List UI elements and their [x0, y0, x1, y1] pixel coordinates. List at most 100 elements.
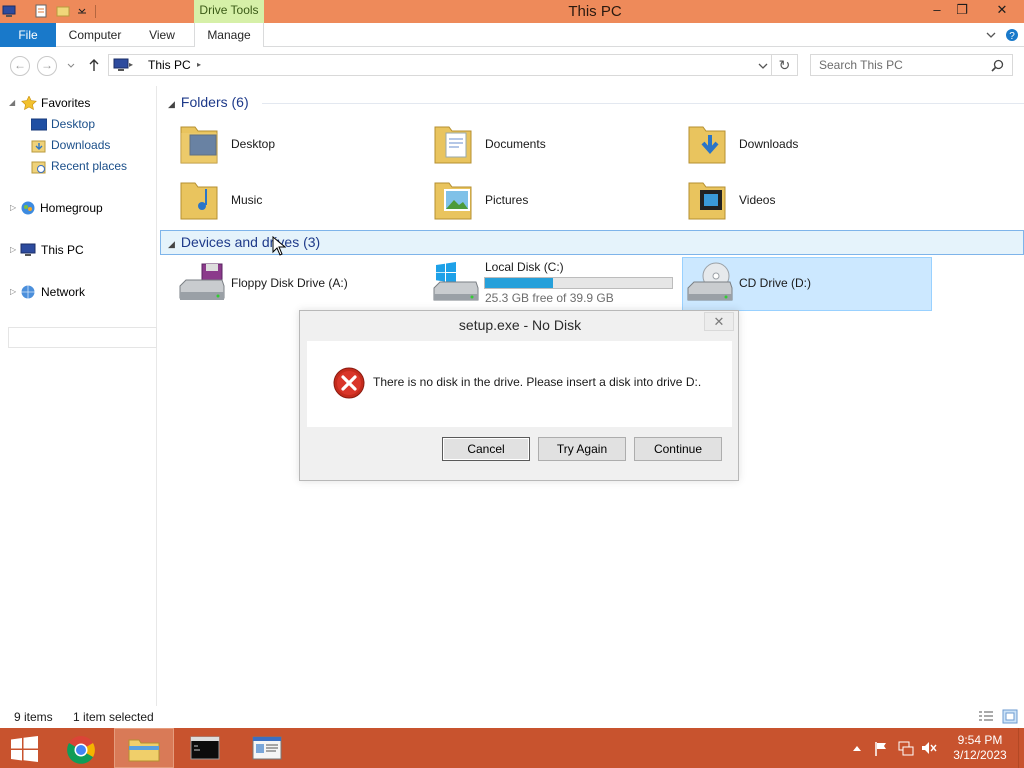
pictures-folder-icon: [434, 182, 472, 220]
breadcrumb-this-pc[interactable]: This PC: [148, 58, 191, 72]
command-prompt-icon: [190, 736, 220, 760]
refresh-button[interactable]: ↻: [772, 54, 798, 76]
dialog-title: setup.exe - No Disk: [458, 317, 582, 333]
nav-network[interactable]: Network: [41, 282, 85, 302]
network-caret-icon[interactable]: ▷: [10, 282, 18, 302]
windows-start-icon[interactable]: [11, 736, 38, 762]
drive-cd-d[interactable]: CD Drive (D:): [682, 257, 932, 311]
downloads-folder-icon: [31, 140, 46, 153]
volume-muted-icon[interactable]: [921, 740, 937, 756]
folder-label: Downloads: [739, 137, 799, 151]
star-icon: [21, 96, 37, 110]
address-dropdown-icon[interactable]: [757, 60, 769, 72]
folder-pictures[interactable]: Pictures: [430, 172, 680, 226]
folder-label: Music: [231, 193, 263, 207]
this-pc-nav-icon: [20, 243, 36, 256]
drive-usage-fill: [485, 278, 554, 288]
file-explorer-icon: [128, 739, 160, 762]
address-bar[interactable]: ▸ This PC ▸: [108, 54, 772, 76]
drive-label: Floppy Disk Drive (A:): [231, 276, 348, 290]
folder-documents[interactable]: Documents: [430, 116, 680, 170]
nav-downloads[interactable]: Downloads: [51, 135, 110, 155]
network-status-icon[interactable]: [898, 740, 914, 756]
this-pc-icon: [113, 58, 129, 71]
search-placeholder: Search This PC: [819, 58, 903, 72]
taskbar: 9:54 PM 3/12/2023: [0, 728, 1024, 768]
up-arrow-icon[interactable]: [87, 58, 101, 72]
folder-label: Videos: [739, 193, 776, 207]
recent-locations-icon[interactable]: [66, 61, 76, 71]
back-button[interactable]: ←: [10, 56, 30, 76]
music-folder-icon: [180, 182, 218, 220]
restore-button[interactable]: ❐: [947, 0, 977, 22]
close-button[interactable]: ✕: [986, 0, 1018, 22]
folders-collapse-icon[interactable]: ◢: [168, 99, 175, 109]
expand-ribbon-icon[interactable]: [985, 29, 997, 41]
videos-folder-icon: [688, 182, 726, 220]
action-center-flag-icon[interactable]: [874, 741, 888, 756]
dialog-close-button[interactable]: ✕: [704, 312, 734, 331]
chevron-down-icon[interactable]: [75, 4, 89, 18]
drive-floppy-a[interactable]: Floppy Disk Drive (A:): [176, 257, 426, 311]
try-again-button[interactable]: Try Again: [538, 437, 626, 461]
folder-music[interactable]: Music: [176, 172, 426, 226]
error-icon: [333, 367, 365, 399]
taskbar-clock[interactable]: 9:54 PM 3/12/2023: [948, 733, 1012, 763]
large-icons-view-icon[interactable]: [1002, 709, 1018, 724]
mouse-cursor-icon: [272, 236, 286, 256]
nav-homegroup[interactable]: Homegroup: [40, 198, 103, 218]
item-count: 9 items: [14, 710, 53, 724]
tab-view[interactable]: View: [140, 23, 184, 47]
nav-selection-highlight: [8, 327, 157, 348]
drive-usage-bar: [484, 277, 673, 289]
homegroup-caret-icon[interactable]: ▷: [10, 198, 18, 218]
devices-collapse-icon[interactable]: ◢: [168, 239, 175, 249]
nav-recent-places[interactable]: Recent places: [51, 156, 127, 176]
folder-label: Pictures: [485, 193, 529, 207]
homegroup-icon: [21, 201, 35, 215]
taskbar-document-viewer[interactable]: [238, 728, 298, 768]
folder-downloads[interactable]: Downloads: [684, 116, 934, 170]
taskbar-command-prompt[interactable]: [176, 728, 236, 768]
nav-favorites[interactable]: Favorites: [41, 93, 90, 113]
desktop-icon: [31, 118, 47, 131]
computer-icon[interactable]: [2, 4, 16, 18]
show-desktop-button[interactable]: [1018, 728, 1024, 768]
clock-date: 3/12/2023: [953, 748, 1007, 762]
ribbon-tabs: File Computer View Manage ?: [0, 23, 1024, 47]
downloads-folder-icon: [688, 126, 726, 164]
cd-drive-icon: [687, 262, 733, 301]
cancel-button[interactable]: Cancel: [442, 437, 530, 461]
nav-desktop[interactable]: Desktop: [51, 114, 95, 134]
details-view-icon[interactable]: [978, 710, 994, 723]
window-title: This PC: [568, 3, 622, 20]
search-input[interactable]: Search This PC: [810, 54, 1013, 76]
show-hidden-icons-icon[interactable]: [852, 744, 862, 752]
properties-icon[interactable]: [34, 4, 48, 18]
tab-manage[interactable]: Manage: [194, 23, 264, 47]
desktop-folder-icon: [180, 126, 218, 164]
drive-label: CD Drive (D:): [739, 276, 811, 290]
clock-time: 9:54 PM: [957, 733, 1003, 747]
new-folder-icon[interactable]: [56, 4, 70, 18]
floppy-drive-icon: [179, 263, 225, 300]
continue-button[interactable]: Continue: [634, 437, 722, 461]
forward-button[interactable]: →: [37, 56, 57, 76]
folders-group-header[interactable]: ◢ Folders (6): [168, 91, 249, 115]
help-icon[interactable]: ?: [1005, 28, 1019, 42]
devices-group-header[interactable]: ◢ Devices and drives (3): [168, 231, 320, 255]
breadcrumb-separator-icon[interactable]: ▸: [129, 60, 133, 69]
search-icon[interactable]: [991, 59, 1004, 72]
breadcrumb-chevron-icon[interactable]: ▸: [197, 60, 201, 69]
taskbar-file-explorer[interactable]: [114, 728, 174, 768]
selection-count: 1 item selected: [73, 710, 154, 724]
tab-file[interactable]: File: [0, 23, 56, 47]
folder-label: Documents: [485, 137, 546, 151]
folder-videos[interactable]: Videos: [684, 172, 934, 226]
nav-this-pc[interactable]: This PC: [41, 240, 84, 260]
tab-computer[interactable]: Computer: [62, 23, 128, 47]
chrome-icon[interactable]: [65, 734, 97, 766]
this-pc-caret-icon[interactable]: ▷: [10, 240, 18, 260]
favorites-caret-icon[interactable]: ◢: [9, 93, 17, 113]
folder-desktop[interactable]: Desktop: [176, 116, 426, 170]
